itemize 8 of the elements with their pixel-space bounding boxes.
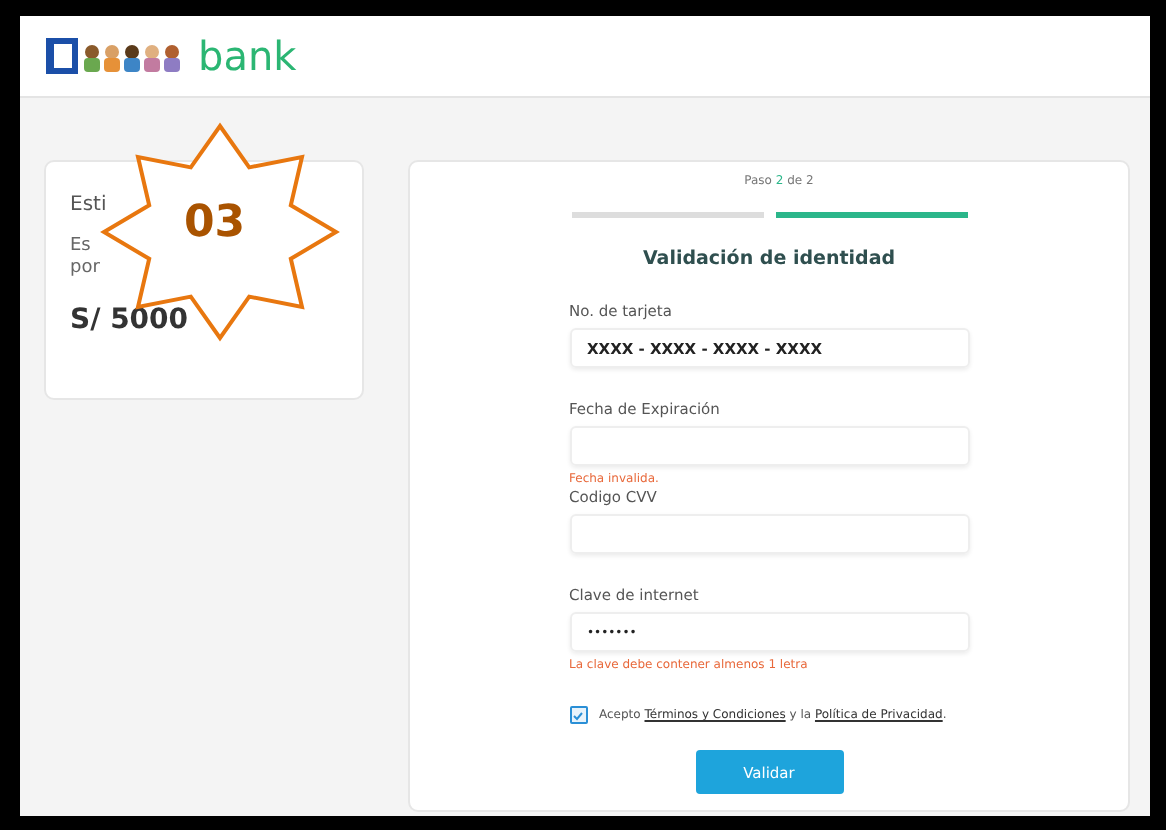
checkbox[interactable] — [569, 706, 587, 724]
card-text: Es — [70, 236, 91, 258]
brand-name: bank — [198, 32, 297, 80]
form-title: Validación de identidad — [642, 248, 896, 270]
badge-number: 03 — [184, 198, 246, 248]
card-text: por — [70, 258, 100, 280]
amount-text: S/ 5000 — [70, 304, 189, 336]
card-title: Esti — [70, 194, 107, 216]
